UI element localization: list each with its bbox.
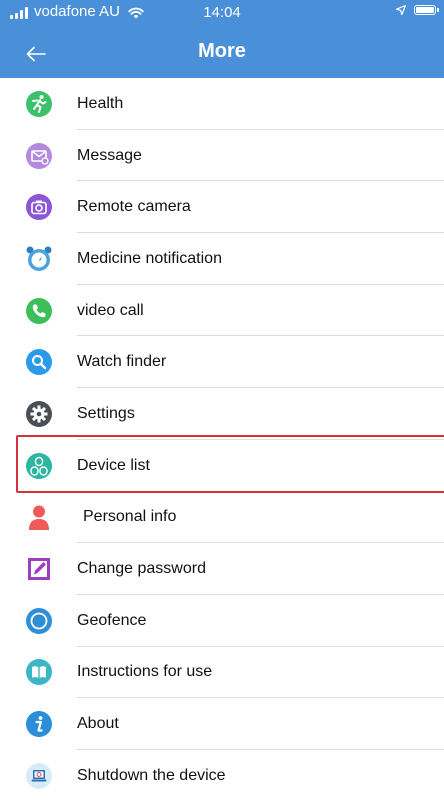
menu-item-label: Shutdown the device [77,766,226,784]
status-bar: vodafone AU 14:04 [0,0,444,24]
person-icon [25,503,53,531]
menu-item-device-list[interactable]: Device list [0,440,444,492]
menu-item-change-password[interactable]: Change password [0,543,444,595]
laptop-power-icon [25,762,53,790]
book-icon [25,658,53,686]
location-arrow-icon [396,5,406,15]
geofence-circle-icon [25,607,53,635]
running-man-icon [25,90,53,118]
menu-item-label: Settings [77,404,135,422]
status-right [396,5,439,15]
magnifier-icon [25,348,53,376]
menu-item-label: Instructions for use [77,663,213,681]
menu-item-video-call[interactable]: video call [0,285,444,337]
menu-item-medicine-notification[interactable]: Medicine notification [0,233,444,285]
camera-icon [25,193,53,221]
menu-item-settings[interactable]: Settings [0,388,444,440]
envelope-icon [25,142,53,170]
menu-item-label: video call [77,301,144,319]
alarm-clock-icon [25,245,53,273]
menu-list: Health Message Remote camera Medicine no… [0,78,444,802]
app-header: vodafone AU 14:04 More [0,0,444,78]
menu-item-watch-finder[interactable]: Watch finder [0,336,444,389]
menu-item-shutdown[interactable]: Shutdown the device [0,750,444,802]
page-title: More [198,40,246,62]
status-time: 14:04 [203,4,241,21]
gear-icon [25,400,53,428]
phone-icon [25,297,53,325]
pencil-icon [25,555,53,583]
menu-item-label: Geofence [77,611,147,629]
battery-icon [414,5,439,15]
menu-item-label: Device list [77,456,150,474]
menu-item-label: About [77,715,119,733]
menu-item-label: Personal info [83,508,177,526]
menu-item-label: Remote camera [77,198,191,216]
device-list-icon [25,452,53,480]
menu-item-label: Watch finder [77,353,167,371]
menu-item-personal-info[interactable]: Personal info [0,492,444,544]
menu-item-message[interactable]: Message [0,130,444,182]
menu-item-remote-camera[interactable]: Remote camera [0,181,444,234]
menu-item-health[interactable]: Health [0,78,444,130]
menu-item-label: Health [77,94,124,112]
info-icon [25,710,53,738]
menu-item-instructions[interactable]: Instructions for use [0,647,444,699]
menu-item-label: Message [77,146,142,164]
menu-item-about[interactable]: About [0,698,444,750]
menu-item-geofence[interactable]: Geofence [0,595,444,647]
menu-item-label: Change password [77,560,206,578]
menu-item-label: Medicine notification [77,249,222,267]
